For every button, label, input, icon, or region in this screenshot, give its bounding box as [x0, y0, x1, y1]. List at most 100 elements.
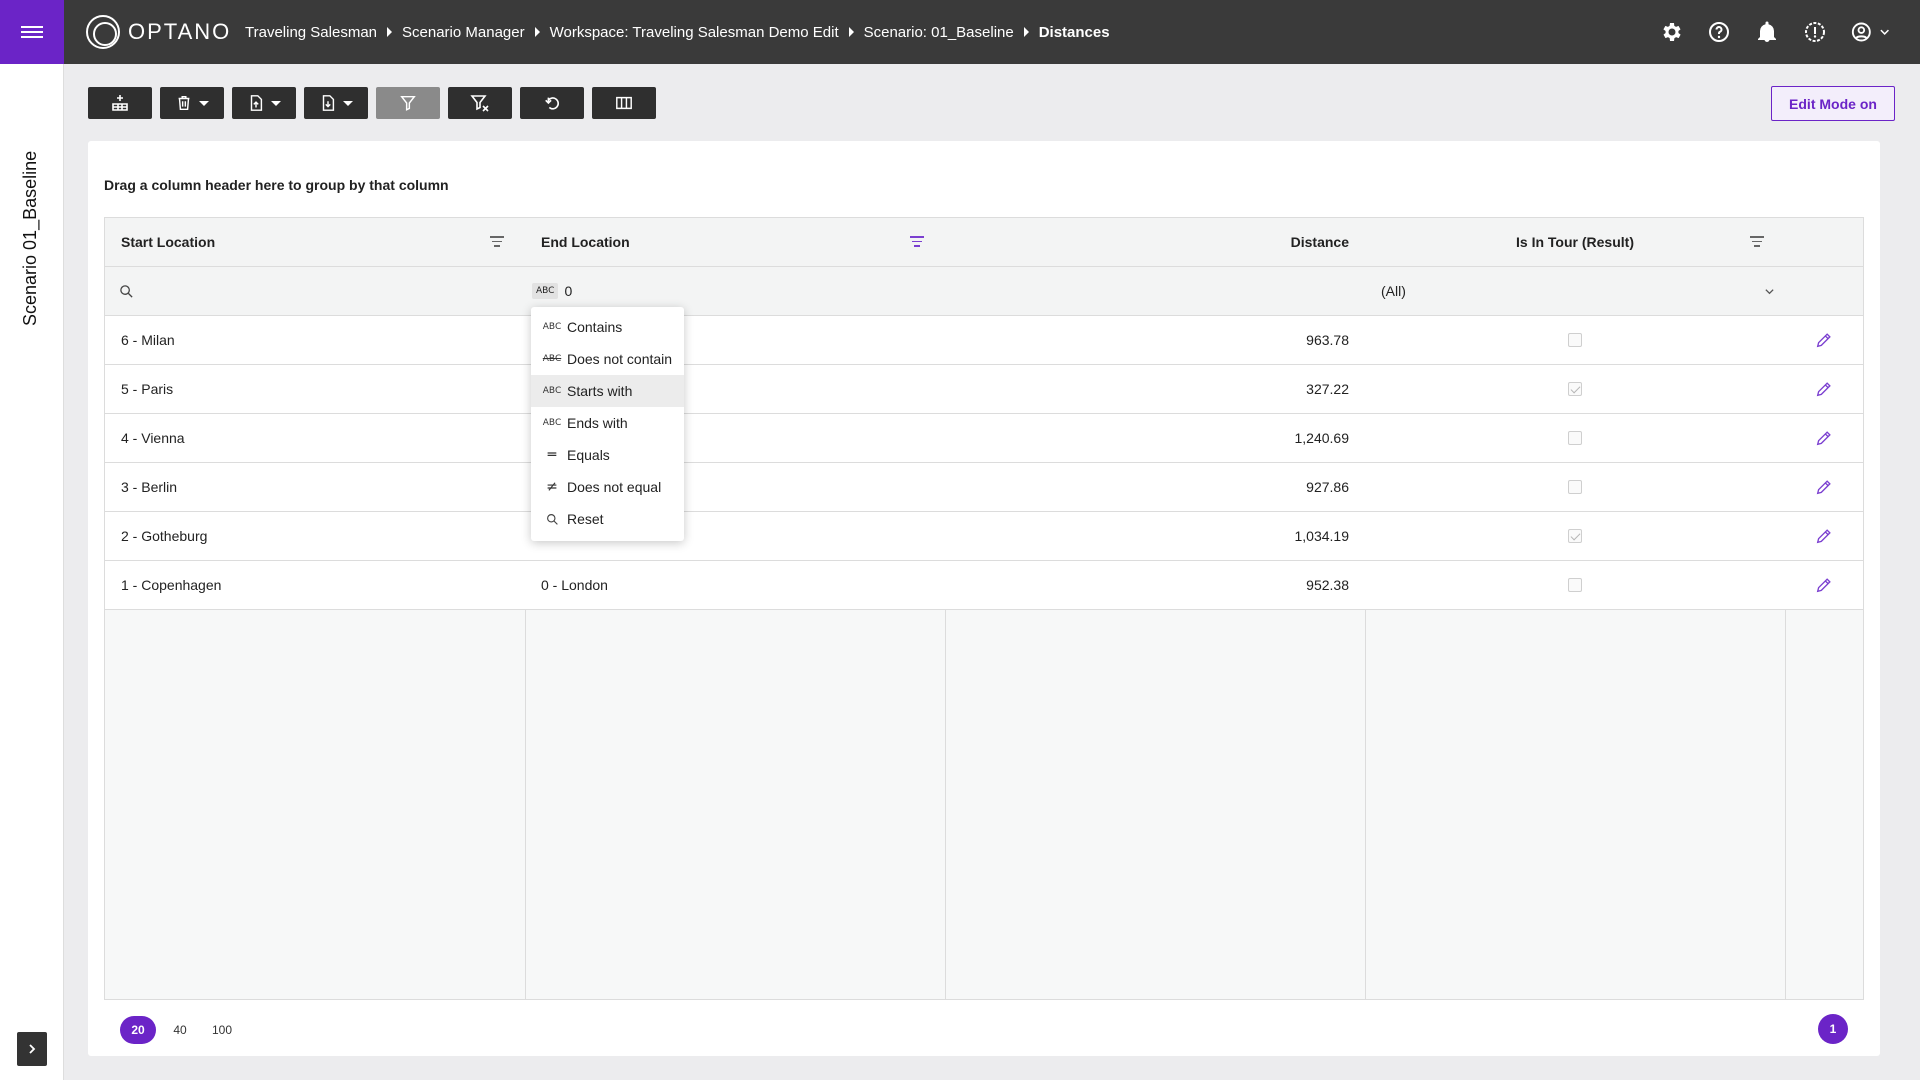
distance-cell: 1,034.19 [1294, 528, 1350, 544]
pencil-icon [1816, 480, 1831, 495]
start-location-cell: 1 - Copenhagen [121, 577, 222, 593]
is-in-tour-checkbox[interactable] [1568, 529, 1582, 543]
start-location-cell: 4 - Vienna [121, 430, 185, 446]
breadcrumb-traveling-salesman[interactable]: Traveling Salesman [245, 24, 377, 41]
start-location-cell: 6 - Milan [121, 332, 175, 348]
breadcrumb-scenario[interactable]: Scenario: 01_Baseline [864, 24, 1014, 41]
bell-icon[interactable] [1754, 19, 1780, 45]
breadcrumb-separator-icon [1023, 27, 1029, 37]
table-row[interactable]: 6 - Milan 963.78 [105, 316, 1863, 365]
file-upload-icon [250, 95, 263, 111]
top-bar: OPTANO Traveling Salesman Scenario Manag… [0, 0, 1920, 64]
chevron-down-icon [1765, 288, 1774, 294]
filter-button[interactable] [376, 87, 440, 119]
start-location-cell: 5 - Paris [121, 381, 174, 397]
breadcrumb-separator-icon [387, 27, 393, 37]
chevron-down-icon [1880, 29, 1889, 35]
contains-icon: ABC [542, 322, 562, 332]
breadcrumb-separator-icon [534, 27, 540, 37]
is-in-tour-filter-value: (All) [1381, 283, 1406, 299]
clear-filter-button[interactable] [448, 87, 512, 119]
breadcrumb-scenario-manager[interactable]: Scenario Manager [402, 24, 525, 41]
page-number-button[interactable]: 1 [1818, 1014, 1848, 1044]
is-in-tour-checkbox[interactable] [1568, 431, 1582, 445]
help-icon[interactable] [1706, 19, 1732, 45]
account-icon[interactable] [1850, 19, 1890, 45]
page-size-100[interactable]: 100 [204, 1016, 240, 1044]
edit-row-button[interactable] [1785, 463, 1863, 511]
edit-row-button[interactable] [1785, 561, 1863, 609]
add-row-icon [112, 95, 128, 111]
columns-button[interactable] [592, 87, 656, 119]
start-location-cell: 3 - Berlin [121, 479, 178, 495]
hamburger-menu-button[interactable] [0, 0, 64, 64]
pencil-icon [1816, 431, 1831, 446]
is-in-tour-checkbox[interactable] [1568, 578, 1582, 592]
page-size-20[interactable]: 20 [120, 1016, 156, 1044]
export-button[interactable] [304, 87, 368, 119]
menu-item-equals[interactable]: ═ Equals [531, 439, 684, 471]
clear-filter-icon [470, 95, 489, 112]
header-row: Start Location End Location Distance Is … [105, 218, 1863, 267]
column-filter-icon[interactable] [490, 236, 504, 250]
start-location-cell: 2 - Gotheburg [121, 528, 208, 544]
menu-item-does-not-contain[interactable]: ABC Does not contain [531, 343, 684, 375]
column-header-is-in-tour[interactable]: Is In Tour (Result) [1365, 218, 1785, 266]
distance-cell: 1,240.69 [1294, 430, 1350, 446]
table-row[interactable]: 5 - Paris 327.22 [105, 365, 1863, 414]
app-logo[interactable]: OPTANO [86, 14, 231, 50]
add-row-button[interactable] [88, 87, 152, 119]
is-in-tour-checkbox[interactable] [1568, 382, 1582, 396]
menu-item-ends-with[interactable]: ABC Ends with [531, 407, 684, 439]
column-filter-icon[interactable] [910, 236, 924, 250]
group-panel-hint[interactable]: Drag a column header here to group by th… [104, 177, 449, 193]
column-header-start-location[interactable]: Start Location [121, 218, 501, 266]
is-in-tour-filter-select[interactable]: (All) [1381, 267, 1775, 315]
table-row[interactable]: 3 - Berlin 927.86 [105, 463, 1863, 512]
column-header-distance[interactable]: Distance [955, 218, 1349, 266]
is-in-tour-cell [1365, 414, 1785, 462]
logo-text: OPTANO [128, 19, 232, 44]
grid-toolbar [88, 87, 656, 119]
is-in-tour-cell [1365, 316, 1785, 364]
caret-down-icon [199, 100, 209, 106]
edit-mode-button[interactable]: Edit Mode on [1771, 86, 1895, 121]
breadcrumb-workspace[interactable]: Workspace: Traveling Salesman Demo Edit [550, 24, 839, 41]
import-button[interactable] [232, 87, 296, 119]
menu-item-label: Ends with [567, 415, 628, 431]
edit-row-button[interactable] [1785, 316, 1863, 364]
pencil-icon [1816, 529, 1831, 544]
is-in-tour-checkbox[interactable] [1568, 480, 1582, 494]
start-location-filter-input[interactable] [119, 267, 519, 315]
equals-icon: ═ [547, 447, 557, 463]
menu-item-starts-with[interactable]: ABC Starts with [531, 375, 684, 407]
table-row[interactable]: 4 - Vienna 1,240.69 [105, 414, 1863, 463]
column-header-end-location[interactable]: End Location [541, 218, 921, 266]
menu-item-label: Does not equal [567, 479, 662, 495]
menu-item-label: Equals [567, 447, 610, 463]
delete-button[interactable] [160, 87, 224, 119]
search-icon [543, 513, 561, 526]
expand-sidebar-button[interactable] [17, 1032, 47, 1066]
distance-cell: 963.78 [1306, 332, 1349, 348]
distance-cell: 952.38 [1306, 577, 1349, 593]
undo-button[interactable] [520, 87, 584, 119]
page-size-40[interactable]: 40 [162, 1016, 198, 1044]
filter-operator-icon[interactable]: ABC [532, 283, 559, 299]
alert-icon[interactable] [1802, 19, 1828, 45]
grid-panel: Drag a column header here to group by th… [88, 141, 1880, 1056]
menu-item-contains[interactable]: ABC Contains [531, 311, 684, 343]
is-in-tour-checkbox[interactable] [1568, 333, 1582, 347]
column-filter-icon[interactable] [1750, 236, 1764, 250]
table-row[interactable]: 1 - Copenhagen 0 - London 952.38 [105, 561, 1863, 610]
breadcrumb-separator-icon [848, 27, 854, 37]
table-row[interactable]: 2 - Gotheburg 1,034.19 [105, 512, 1863, 561]
edit-row-button[interactable] [1785, 365, 1863, 413]
edit-row-button[interactable] [1785, 512, 1863, 560]
gear-icon[interactable] [1658, 19, 1684, 45]
distance-cell: 927.86 [1306, 479, 1349, 495]
top-icons [1658, 0, 1890, 64]
menu-item-does-not-equal[interactable]: ≠ Does not equal [531, 471, 684, 503]
menu-item-reset[interactable]: Reset [531, 503, 684, 535]
edit-row-button[interactable] [1785, 414, 1863, 462]
